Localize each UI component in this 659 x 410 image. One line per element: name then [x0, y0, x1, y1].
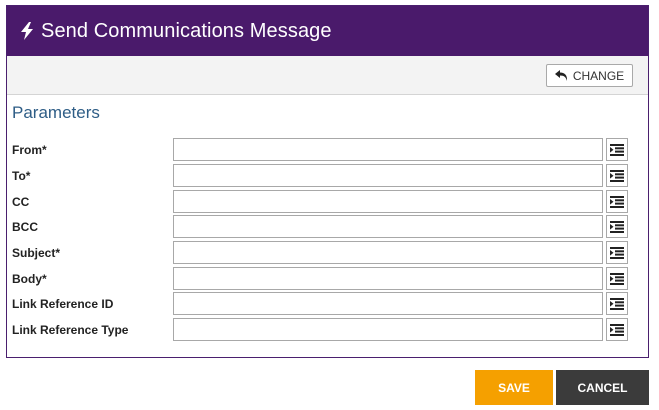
list-indent-icon [610, 297, 624, 310]
from-picker-button[interactable] [606, 138, 628, 161]
to-field[interactable] [173, 164, 603, 187]
subject-field[interactable] [173, 241, 603, 264]
parameter-row-link-reference-type: Link Reference Type [0, 318, 643, 342]
link-reference-id-field[interactable] [173, 292, 603, 315]
parameter-label-link-reference-id: Link Reference ID [12, 297, 114, 311]
lightning-bolt-icon [19, 22, 35, 40]
parameter-label-link-reference-type: Link Reference Type [12, 323, 129, 337]
bcc-field[interactable] [173, 215, 603, 238]
list-indent-icon [610, 220, 624, 233]
parameter-row-body: Body* [0, 267, 643, 291]
parameter-row-to: To* [0, 164, 643, 188]
parameters-heading: Parameters [12, 103, 100, 122]
dialog-title: Send Communications Message [41, 19, 332, 42]
cancel-button[interactable]: CANCEL [556, 370, 649, 405]
from-field[interactable] [173, 138, 603, 161]
parameter-row-link-reference-id: Link Reference ID [0, 292, 643, 316]
parameter-label-subject: Subject* [12, 246, 61, 260]
parameter-row-bcc: BCC [0, 215, 643, 239]
body-field[interactable] [173, 267, 603, 290]
bcc-picker-button[interactable] [606, 215, 628, 238]
link-reference-id-picker-button[interactable] [606, 292, 628, 315]
subject-picker-button[interactable] [606, 241, 628, 264]
parameter-label-body: Body* [12, 272, 47, 286]
undo-arrow-icon [554, 70, 568, 81]
parameter-label-to: To* [12, 169, 31, 183]
list-indent-icon [610, 246, 624, 259]
list-indent-icon [610, 169, 624, 182]
list-indent-icon [610, 143, 624, 156]
dialog-title-bar: Send Communications Message [7, 6, 648, 56]
change-button-label: CHANGE [572, 68, 625, 83]
dialog-toolbar: CHANGE [7, 56, 648, 95]
link-reference-type-field[interactable] [173, 318, 603, 341]
list-indent-icon [610, 195, 624, 208]
parameter-label-bcc: BCC [12, 220, 38, 234]
list-indent-icon [610, 323, 624, 336]
cc-field[interactable] [173, 190, 603, 213]
list-indent-icon [610, 272, 624, 285]
save-button[interactable]: SAVE [475, 370, 553, 405]
cc-picker-button[interactable] [606, 190, 628, 213]
parameter-row-subject: Subject* [0, 241, 643, 265]
body-picker-button[interactable] [606, 267, 628, 290]
parameter-row-cc: CC [0, 190, 643, 214]
change-button[interactable]: CHANGE [546, 64, 633, 87]
parameter-label-cc: CC [12, 195, 30, 209]
parameter-label-from: From* [12, 143, 47, 157]
parameter-row-from: From* [0, 138, 643, 162]
to-picker-button[interactable] [606, 164, 628, 187]
link-reference-type-picker-button[interactable] [606, 318, 628, 341]
